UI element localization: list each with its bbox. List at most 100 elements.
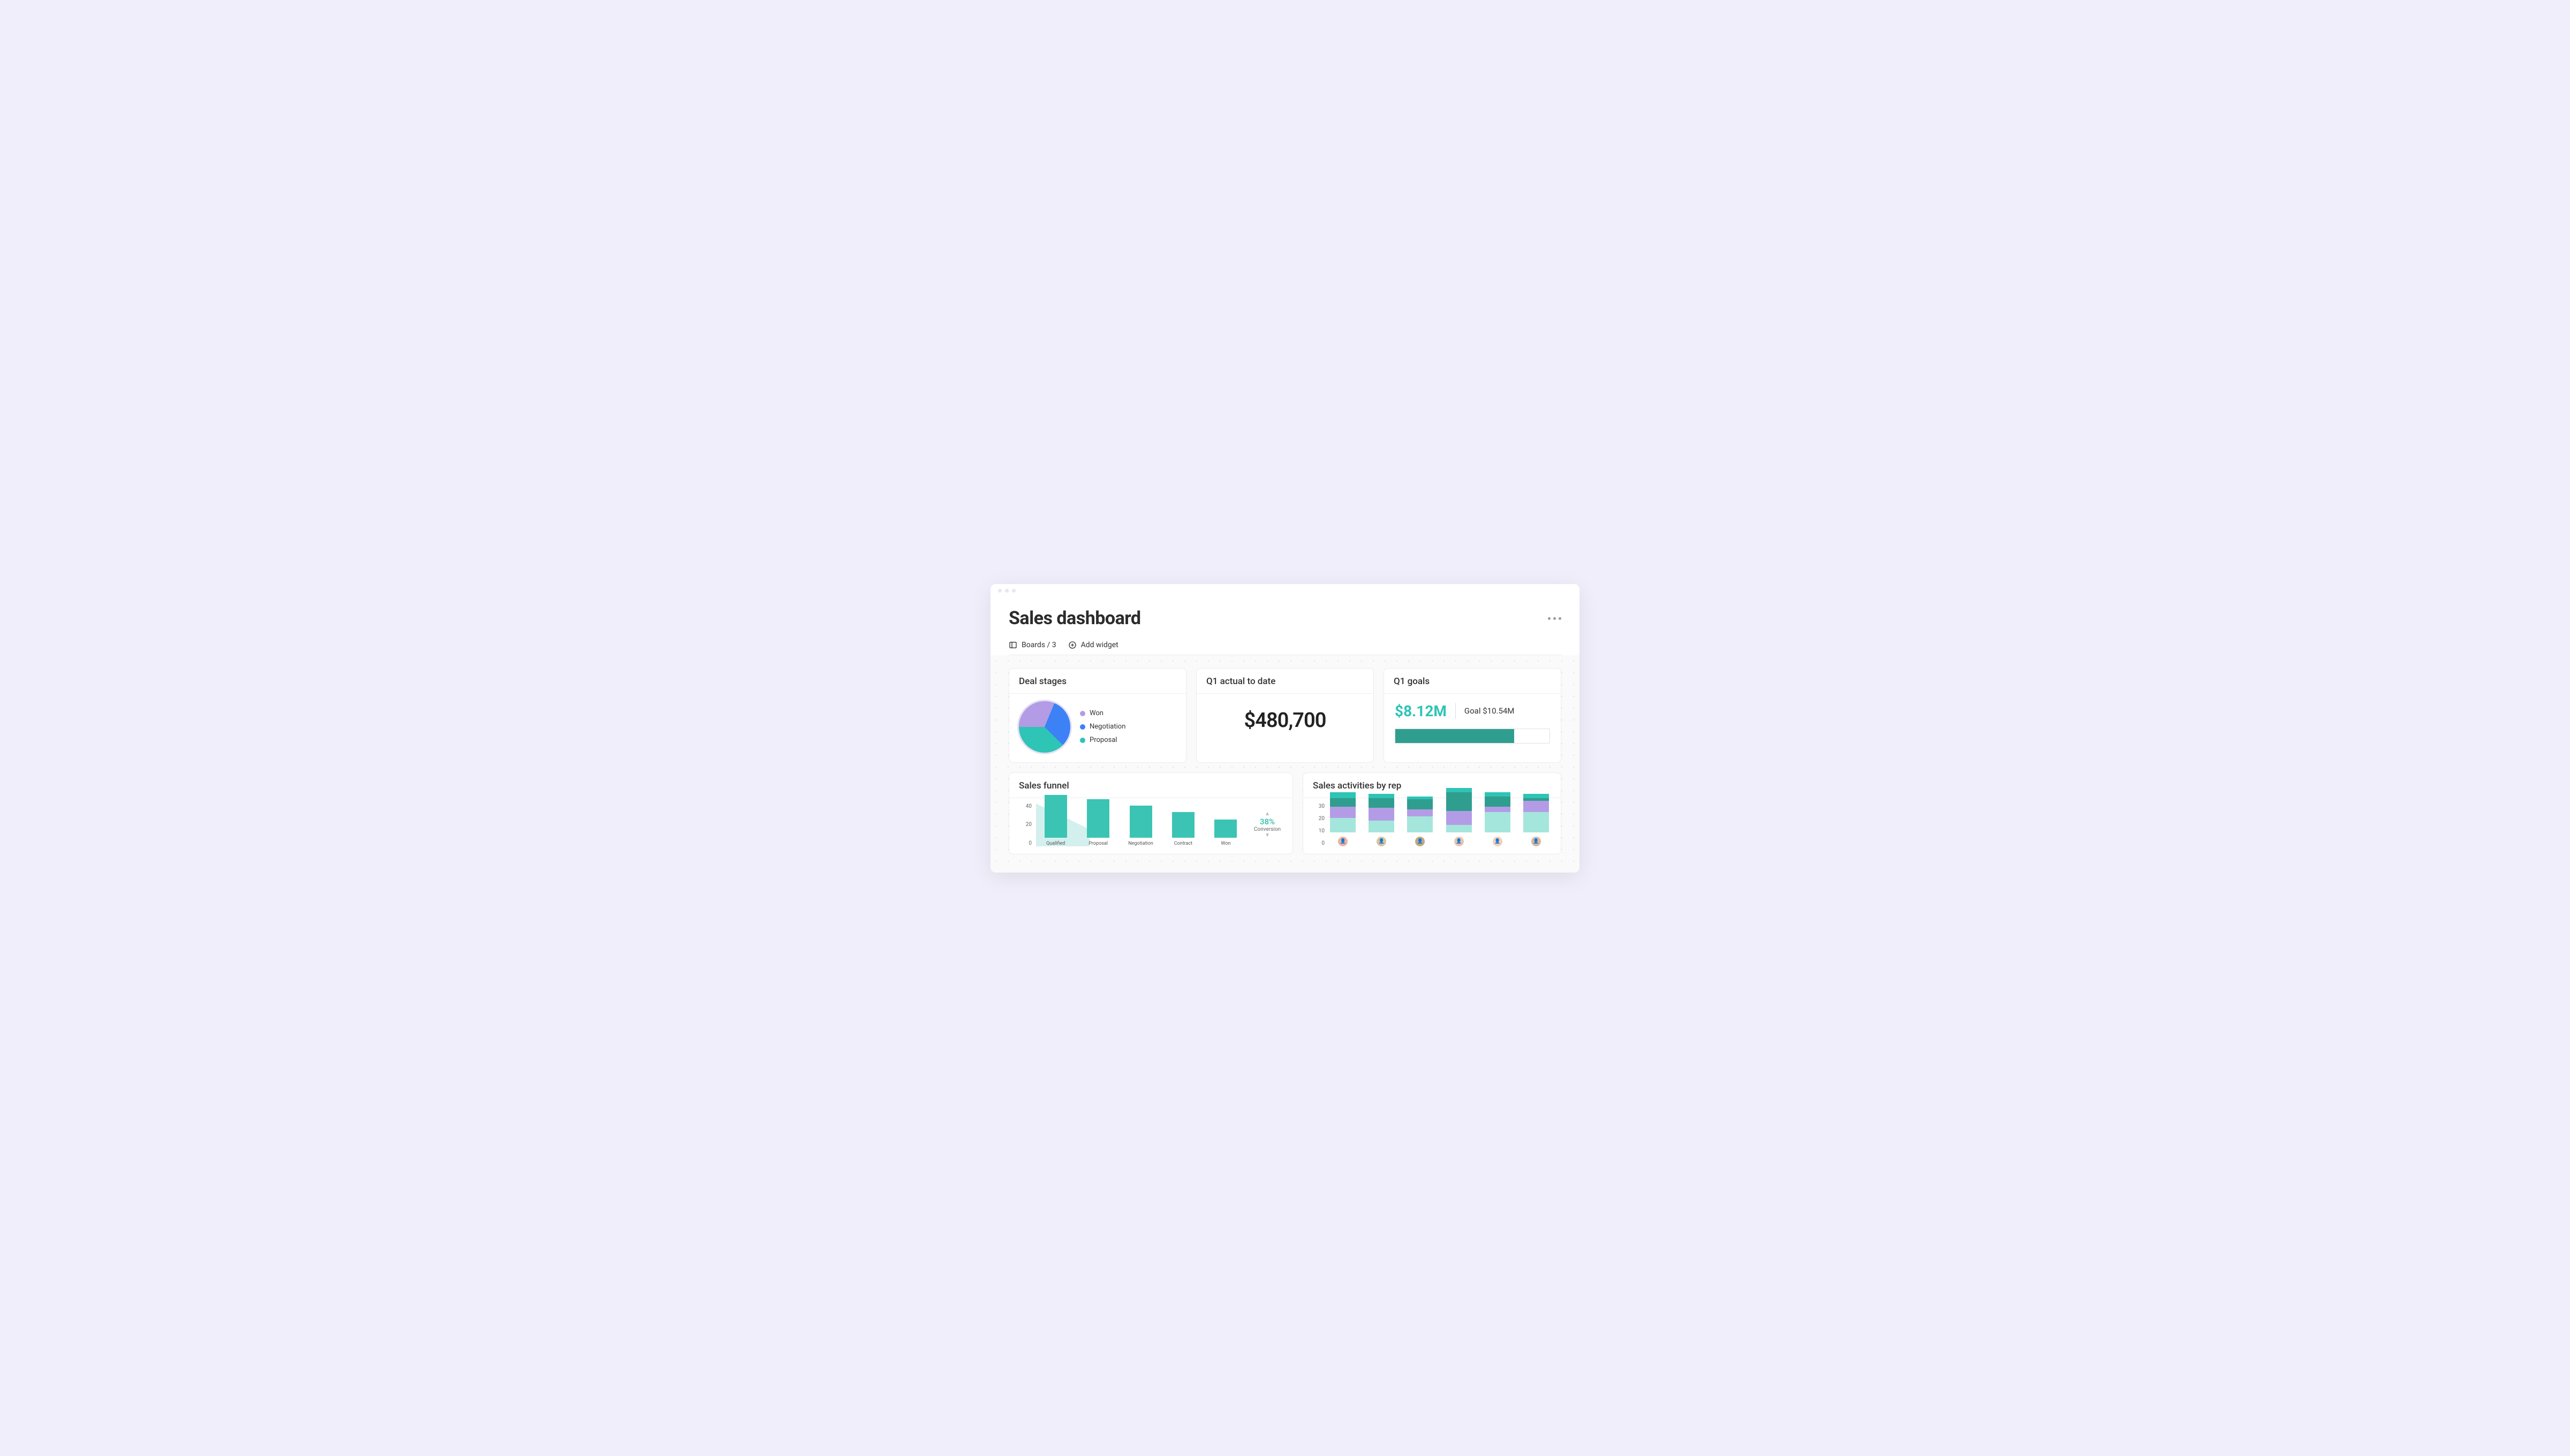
legend-label: Proposal (1090, 736, 1117, 744)
progress-fill (1395, 729, 1514, 743)
legend-item: Negotiation (1080, 723, 1125, 731)
panel-icon (1009, 641, 1017, 649)
stacked-bar (1446, 788, 1472, 832)
toolbar: Boards / 3 Add widget (1009, 641, 1561, 655)
bar-segment (1330, 818, 1356, 832)
boards-label: Boards / 3 (1022, 641, 1056, 649)
legend-item: Won (1080, 709, 1125, 717)
avatar: 👤 (1415, 837, 1425, 846)
swatch (1080, 724, 1085, 730)
progress-bar (1395, 729, 1550, 744)
avatar: 👤 (1531, 837, 1541, 846)
conversion-indicator: ▲ 38% Conversion ▼ (1252, 803, 1283, 846)
add-widget-button[interactable]: Add widget (1068, 641, 1118, 649)
conversion-label: Conversion (1254, 826, 1281, 832)
bar-label: Won (1221, 841, 1230, 846)
bar-segment (1485, 807, 1510, 813)
card-q1-actual[interactable]: Q1 actual to date $480,700 (1196, 668, 1374, 763)
card-body: $8.12M Goal $10.54M (1384, 694, 1561, 755)
arrow-up-icon: ▲ (1265, 811, 1270, 817)
goals-target-label: Goal $10.54M (1464, 706, 1515, 716)
card-sales-funnel[interactable]: Sales funnel 40200 Qualified Proposal Nego… (1009, 772, 1293, 854)
card-body: Won Negotiation Proposal (1009, 694, 1186, 762)
bar-label: Contract (1174, 841, 1192, 846)
avatar: 👤 (1493, 837, 1502, 846)
bar-col: 👤 (1483, 792, 1513, 846)
bar-segment (1330, 798, 1356, 807)
traffic-light-dot (1005, 589, 1009, 593)
bar-col: 👤 (1444, 788, 1474, 846)
bar-col: 👤 (1405, 797, 1435, 846)
app-window: Sales dashboard Boards / 3 Add widget De… (991, 584, 1579, 873)
card-deal-stages[interactable]: Deal stages Won Negotiation Proposal (1009, 668, 1186, 763)
stacked-bar (1330, 792, 1356, 832)
pie-chart (1019, 701, 1070, 753)
legend-label: Negotiation (1090, 723, 1125, 731)
bar-label: Negotiation (1128, 841, 1153, 846)
stacked-bar (1485, 792, 1510, 832)
card-title: Q1 goals (1384, 669, 1561, 694)
bars-area: QualifiedProposalNegotiationContractWon (1036, 803, 1245, 846)
bar-segment (1523, 801, 1549, 812)
bar-segment (1369, 808, 1394, 821)
bar (1214, 820, 1237, 838)
bar-segment (1330, 792, 1356, 798)
card-body: 40200 Qualified Proposal Negotiation Contra… (1009, 798, 1292, 854)
bar-segment (1407, 816, 1433, 832)
swatch (1080, 711, 1085, 716)
stacked-bar (1523, 794, 1549, 832)
divider (1455, 703, 1456, 719)
avatar: 👤 (1377, 837, 1386, 846)
header-area: Sales dashboard Boards / 3 Add widget (991, 598, 1579, 655)
card-sales-activities[interactable]: Sales activities by rep 3020100 👤👤👤👤👤👤 (1303, 772, 1561, 854)
bar-segment (1407, 809, 1433, 816)
traffic-light-dot (1012, 589, 1016, 593)
bar-segment (1523, 794, 1549, 798)
card-title: Deal stages (1009, 669, 1186, 694)
bar (1172, 812, 1195, 838)
bar-segment (1485, 812, 1510, 832)
avatar: 👤 (1338, 837, 1348, 846)
pie-legend: Won Negotiation Proposal (1080, 709, 1125, 744)
card-title: Q1 actual to date (1197, 669, 1373, 694)
bar-segment (1330, 807, 1356, 818)
more-menu-button[interactable] (1548, 617, 1561, 620)
dashboard-board: Deal stages WonNegotiationProposal Q1 (991, 655, 1579, 873)
bar-col: Contract (1163, 812, 1203, 846)
funnel-chart: 40200 QualifiedProposalNegotiationContra… (1019, 803, 1245, 846)
bar-segment (1523, 812, 1549, 832)
bar-label: Proposal (1089, 841, 1108, 846)
y-axis: 3020100 (1313, 803, 1325, 846)
y-axis: 40200 (1019, 803, 1032, 846)
legend-label: Won (1090, 709, 1103, 717)
plus-circle-icon (1068, 641, 1077, 649)
boards-button[interactable]: Boards / 3 (1009, 641, 1056, 649)
bar-segment (1407, 799, 1433, 809)
bar-col: 👤 (1328, 792, 1358, 846)
bar-segment (1446, 811, 1472, 825)
metric-value: $480,700 (1197, 694, 1373, 747)
avatar: 👤 (1454, 837, 1464, 846)
swatch (1080, 738, 1085, 743)
card-body: 3020100 👤 👤 👤 👤 👤 👤 (1303, 798, 1561, 854)
bar-col: Qualified (1036, 795, 1075, 846)
traffic-light-dot (998, 589, 1002, 593)
stacked-bar (1369, 794, 1394, 832)
bar-segment (1446, 825, 1472, 832)
bars-area: 👤 👤 👤 👤 👤 👤 (1328, 803, 1551, 846)
bar-segment (1446, 788, 1472, 792)
card-title: Sales funnel (1009, 773, 1292, 798)
conversion-pct: 38% (1260, 817, 1275, 826)
bar (1045, 795, 1067, 838)
bar-col: 👤 (1521, 794, 1551, 846)
window-titlebar (991, 584, 1579, 598)
arrow-down-icon: ▼ (1265, 832, 1270, 838)
legend-item: Proposal (1080, 736, 1125, 744)
stacked-bar (1407, 797, 1433, 832)
bar (1130, 806, 1152, 838)
bar-col: 👤 (1366, 794, 1396, 846)
card-q1-goals[interactable]: Q1 goals $8.12M Goal $10.54M (1384, 668, 1561, 763)
bar-col: Negotiation (1121, 806, 1160, 846)
stacked-bar-chart: 3020100 👤 👤 👤 👤 👤 👤 (1313, 803, 1551, 846)
add-widget-label: Add widget (1081, 641, 1118, 649)
